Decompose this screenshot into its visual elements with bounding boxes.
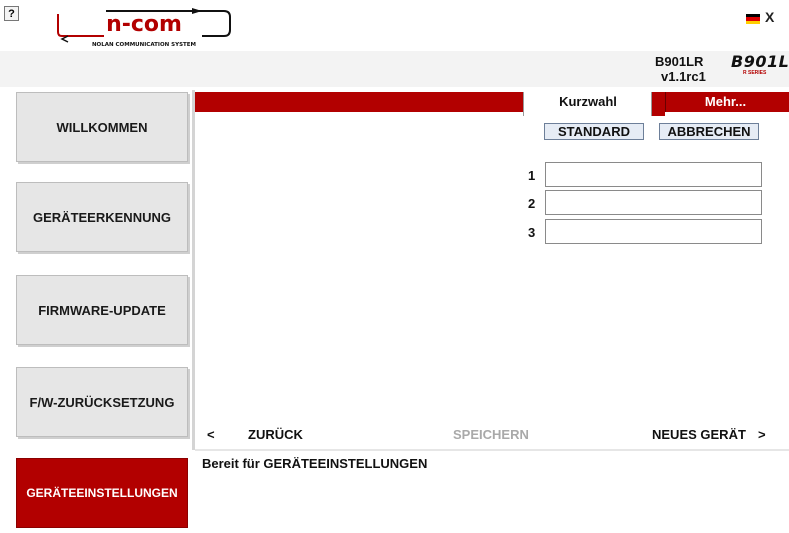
sidebar-item-fw-zuruecksetzung[interactable]: F/W-ZURÜCKSETZUNG [16, 367, 188, 437]
ncom-logo: n-com NOLAN COMMUNICATION SYSTEM [52, 6, 240, 48]
series-logo-text: B901L [731, 54, 789, 71]
save-button[interactable]: SPEICHERN [453, 427, 529, 442]
forward-arrow[interactable]: > [758, 427, 766, 442]
new-device-button[interactable]: NEUES GERÄT [652, 427, 746, 442]
ncom-logo-graphic: n-com NOLAN COMMUNICATION SYSTEM [57, 8, 231, 48]
sidebar-item-label: GERÄTEEINSTELLUNGEN [26, 486, 178, 500]
cancel-button[interactable]: ABBRECHEN [659, 123, 759, 140]
back-button[interactable]: ZURÜCK [248, 427, 303, 442]
sidebar-item-geraeteerkennung[interactable]: GERÄTEERKENNUNG [16, 182, 188, 252]
back-arrow[interactable]: < [207, 427, 215, 442]
help-button[interactable]: ? [4, 6, 19, 21]
logo-text: n-com [106, 12, 182, 37]
sidebar-item-label: FIRMWARE-UPDATE [38, 302, 166, 318]
sidebar-item-firmware-update[interactable]: FIRMWARE-UPDATE [16, 275, 188, 345]
logo-tagline: NOLAN COMMUNICATION SYSTEM [92, 42, 196, 48]
tab-mehr[interactable]: Mehr... [665, 92, 785, 112]
speed-dial-input-2[interactable] [545, 190, 762, 215]
standard-button[interactable]: STANDARD [544, 123, 644, 140]
tab-kurzwahl[interactable]: Kurzwahl [523, 92, 653, 116]
sidebar-item-willkommen[interactable]: WILLKOMMEN [16, 92, 188, 162]
tab-divider [651, 92, 665, 116]
speed-dial-number: 2 [528, 196, 536, 211]
sidebar-item-label: WILLKOMMEN [56, 119, 148, 135]
close-button[interactable]: X [765, 9, 774, 25]
german-flag-icon[interactable] [746, 14, 760, 24]
sidebar-item-label: F/W-ZURÜCKSETZUNG [29, 394, 175, 410]
status-text: Bereit für GERÄTEEINSTELLUNGEN [202, 456, 428, 471]
speed-dial-input-1[interactable] [545, 162, 762, 187]
series-logo: B901L R SERIES [731, 54, 789, 84]
content-divider [192, 90, 195, 450]
device-version: v1.1rc1 [661, 69, 706, 84]
speed-dial-input-3[interactable] [545, 219, 762, 244]
sidebar-item-label: GERÄTEERKENNUNG [33, 209, 171, 225]
speed-dial-number: 3 [528, 225, 536, 240]
device-model: B901LR [655, 54, 704, 69]
sidebar-item-geraeteeinstellungen[interactable]: GERÄTEEINSTELLUNGEN [16, 458, 188, 528]
speed-dial-number: 1 [528, 168, 536, 183]
